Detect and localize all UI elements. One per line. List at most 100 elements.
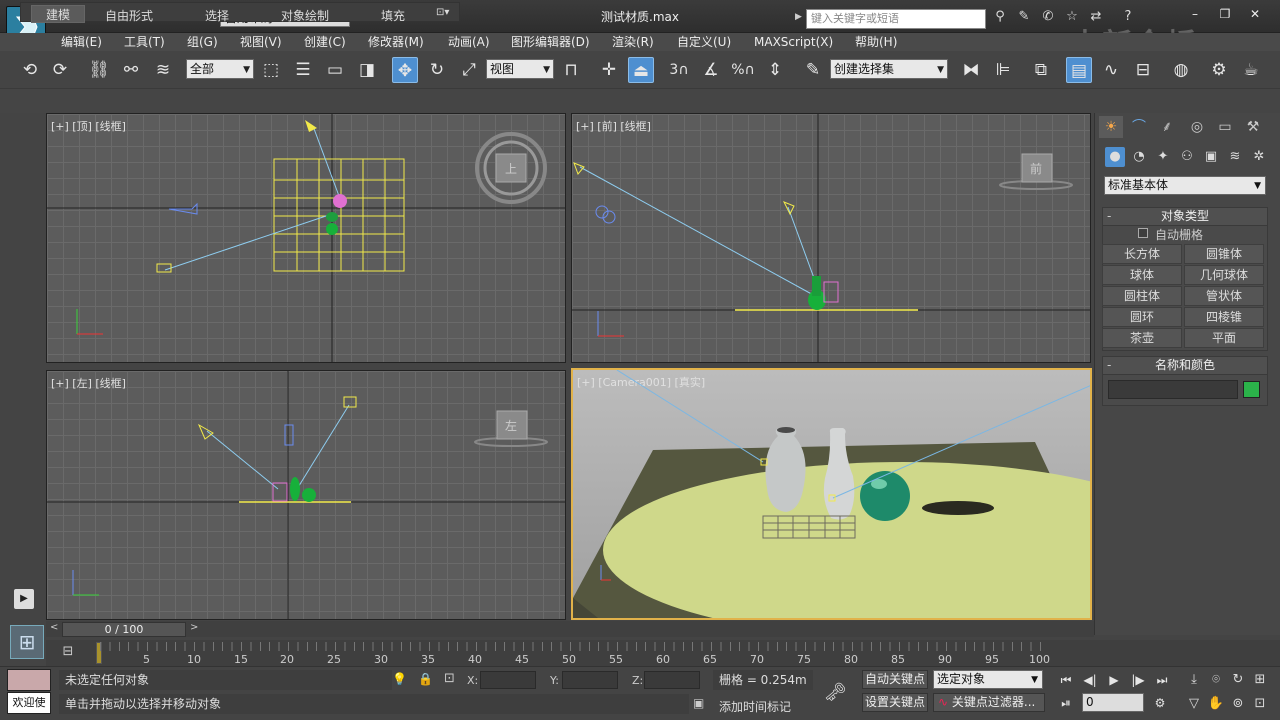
box-button[interactable]: 长方体 bbox=[1102, 244, 1182, 264]
window-crossing-icon[interactable]: ◨ bbox=[354, 57, 380, 83]
close-icon[interactable]: ✕ bbox=[1240, 4, 1270, 24]
named-selection-dropdown[interactable]: 创建选择集 ▼ bbox=[830, 59, 948, 79]
menu-graph-editors[interactable]: 图形编辑器(D) bbox=[511, 34, 590, 50]
subscription-icon[interactable]: ✎ bbox=[1016, 10, 1032, 24]
add-time-tag[interactable]: 添加时间标记 bbox=[719, 698, 791, 715]
keyboard-shortcut-toggle-icon[interactable]: ⏏ bbox=[628, 57, 654, 83]
time-tag-icon[interactable]: ▣ bbox=[693, 696, 709, 712]
layer-manager-icon[interactable]: ⧉ bbox=[1028, 57, 1054, 83]
object-name-input[interactable] bbox=[1108, 380, 1238, 399]
cameras-icon[interactable]: ⚇ bbox=[1177, 147, 1197, 167]
time-config-icon[interactable]: ⚙ bbox=[1150, 694, 1170, 712]
pyramid-button[interactable]: 四棱锥 bbox=[1184, 307, 1264, 327]
key-filters-button[interactable]: ∿ 关键点过滤器... bbox=[933, 693, 1045, 712]
select-and-scale-icon[interactable]: ⤢ bbox=[456, 57, 482, 83]
undo-arrow-icon[interactable]: ⟲ bbox=[17, 57, 43, 83]
reference-coord-dropdown[interactable]: 视图 ▼ bbox=[486, 59, 554, 79]
y-coord-input[interactable] bbox=[562, 671, 618, 689]
display-tab-icon[interactable]: ▭ bbox=[1213, 116, 1237, 138]
cone-button[interactable]: 圆锥体 bbox=[1184, 244, 1264, 264]
menu-maxscript[interactable]: MAXScript(X) bbox=[754, 34, 833, 50]
next-frame-icon[interactable]: |▶ bbox=[1128, 671, 1148, 689]
geometry-icon[interactable]: ● bbox=[1105, 147, 1125, 167]
time-slider-track[interactable]: < > bbox=[46, 621, 1094, 637]
zoom-extents-icon[interactable]: ⊞ bbox=[1250, 670, 1270, 690]
name-color-title[interactable]: - 名称和颜色 bbox=[1103, 357, 1267, 375]
viewcube-left-label[interactable]: 左 bbox=[505, 418, 517, 433]
spinner-snap-icon[interactable]: ⇕ bbox=[762, 57, 788, 83]
absolute-mode-icon[interactable]: ⊡ bbox=[444, 671, 460, 687]
hierarchy-tab-icon[interactable]: ⸙ bbox=[1155, 116, 1179, 138]
welcome-box[interactable]: 欢迎使 bbox=[7, 692, 51, 714]
cylinder-button[interactable]: 圆柱体 bbox=[1102, 286, 1182, 306]
material-editor-icon[interactable]: ◍ bbox=[1168, 57, 1194, 83]
rect-selection-icon[interactable]: ▭ bbox=[322, 57, 348, 83]
torus-button[interactable]: 圆环 bbox=[1102, 307, 1182, 327]
menu-rendering[interactable]: 渲染(R) bbox=[612, 34, 654, 50]
render-setup-icon[interactable]: ⚙ bbox=[1206, 57, 1232, 83]
tube-button[interactable]: 管状体 bbox=[1184, 286, 1264, 306]
align-icon[interactable]: ⊫ bbox=[990, 57, 1016, 83]
isolate-bulb-icon[interactable]: 💡 bbox=[392, 672, 407, 688]
render-teapot-icon[interactable]: ☕ bbox=[1238, 57, 1264, 83]
maxscript-listener-swatch[interactable] bbox=[7, 669, 51, 691]
select-manipulate-icon[interactable]: ✛ bbox=[596, 57, 622, 83]
orbit-camera-icon[interactable]: ⊚ bbox=[1228, 694, 1248, 714]
menu-edit[interactable]: 编辑(E) bbox=[61, 34, 102, 50]
key-mode-selection-dropdown[interactable]: 选定对象 ▼ bbox=[933, 670, 1043, 689]
schematic-view-icon[interactable]: ⊟ bbox=[1130, 57, 1156, 83]
time-slider-prev-icon[interactable]: < bbox=[50, 622, 58, 633]
selection-lock-icon[interactable]: 🔒 bbox=[418, 672, 433, 688]
menu-group[interactable]: 组(G) bbox=[187, 34, 218, 50]
category-dropdown[interactable]: 标准基本体 ▼ bbox=[1104, 176, 1266, 195]
go-to-start-icon[interactable]: ⏮ bbox=[1056, 671, 1076, 689]
unlink-icon[interactable]: ⚯ bbox=[118, 57, 144, 83]
select-and-rotate-icon[interactable]: ↻ bbox=[424, 57, 450, 83]
menu-customize[interactable]: 自定义(U) bbox=[677, 34, 731, 50]
menu-help[interactable]: 帮助(H) bbox=[855, 34, 897, 50]
lights-icon[interactable]: ✦ bbox=[1153, 147, 1173, 167]
binoculars-icon[interactable]: ⚲ bbox=[992, 10, 1008, 24]
viewport-left[interactable]: [+] [左] [线框] 左 bbox=[46, 370, 566, 620]
zoom-all-icon[interactable]: ⌾ bbox=[1206, 670, 1226, 690]
create-tab-icon[interactable]: ☀ bbox=[1099, 116, 1123, 138]
bind-space-warp-icon[interactable]: ≋ bbox=[150, 57, 176, 83]
viewcube-top-label[interactable]: 上 bbox=[505, 162, 517, 176]
field-of-view-icon[interactable]: ▽ bbox=[1184, 694, 1204, 714]
tab-object-paint[interactable]: 对象绘制 bbox=[281, 7, 329, 24]
angle-snap-icon[interactable]: ∡ bbox=[698, 57, 724, 83]
mini-curve-editor-icon[interactable]: ⊟ bbox=[58, 644, 78, 662]
minimize-icon[interactable]: – bbox=[1180, 4, 1210, 24]
object-color-swatch[interactable] bbox=[1243, 381, 1260, 398]
sphere-button[interactable]: 球体 bbox=[1102, 265, 1182, 285]
teapot-button[interactable]: 茶壶 bbox=[1102, 328, 1182, 348]
ribbon-toggle-icon[interactable]: ▤ bbox=[1066, 57, 1092, 83]
utilities-tab-icon[interactable]: ⚒ bbox=[1241, 116, 1265, 138]
time-slider-thumb[interactable]: 0 / 100 bbox=[62, 622, 186, 637]
select-by-name-icon[interactable]: ☰ bbox=[290, 57, 316, 83]
auto-key-button[interactable]: 自动关键点 bbox=[862, 670, 928, 689]
maximize-icon[interactable]: ❐ bbox=[1210, 4, 1240, 24]
pivot-center-icon[interactable]: ⊓ bbox=[558, 57, 584, 83]
viewport-camera[interactable]: [+] [Camera001] [真实] bbox=[571, 368, 1092, 620]
menu-create[interactable]: 创建(C) bbox=[304, 34, 346, 50]
z-coord-input[interactable] bbox=[644, 671, 700, 689]
communication-icon[interactable]: ✆ bbox=[1040, 10, 1056, 24]
set-key-button[interactable]: 设置关键点 bbox=[862, 693, 928, 712]
ribbon-options-icon[interactable]: ⊡▾ bbox=[436, 7, 449, 18]
menu-tools[interactable]: 工具(T) bbox=[124, 34, 165, 50]
viewport-front[interactable]: [+] [前] [线框] 前 bbox=[571, 113, 1091, 363]
tab-populate[interactable]: 填充 bbox=[381, 7, 405, 24]
space-warps-icon[interactable]: ≋ bbox=[1225, 147, 1245, 167]
tab-selection[interactable]: 选择 bbox=[205, 7, 229, 24]
go-to-end-icon[interactable]: ⏭ bbox=[1152, 671, 1172, 689]
play-icon[interactable]: ▶ bbox=[1104, 671, 1124, 689]
viewport-layout-icon[interactable]: ⊞ bbox=[10, 625, 44, 659]
mirror-icon[interactable]: ⧓ bbox=[958, 57, 984, 83]
orbit-icon[interactable]: ↻ bbox=[1228, 670, 1248, 690]
set-key-icon[interactable]: 🗝 bbox=[824, 682, 854, 703]
search-input[interactable]: 键入关键字或短语 bbox=[806, 9, 986, 29]
viewport-top[interactable]: [+] [顶] [线框] 上 bbox=[46, 113, 566, 363]
modify-tab-icon[interactable]: ⌒ bbox=[1127, 116, 1151, 138]
select-object-icon[interactable]: ⬚ bbox=[258, 57, 284, 83]
